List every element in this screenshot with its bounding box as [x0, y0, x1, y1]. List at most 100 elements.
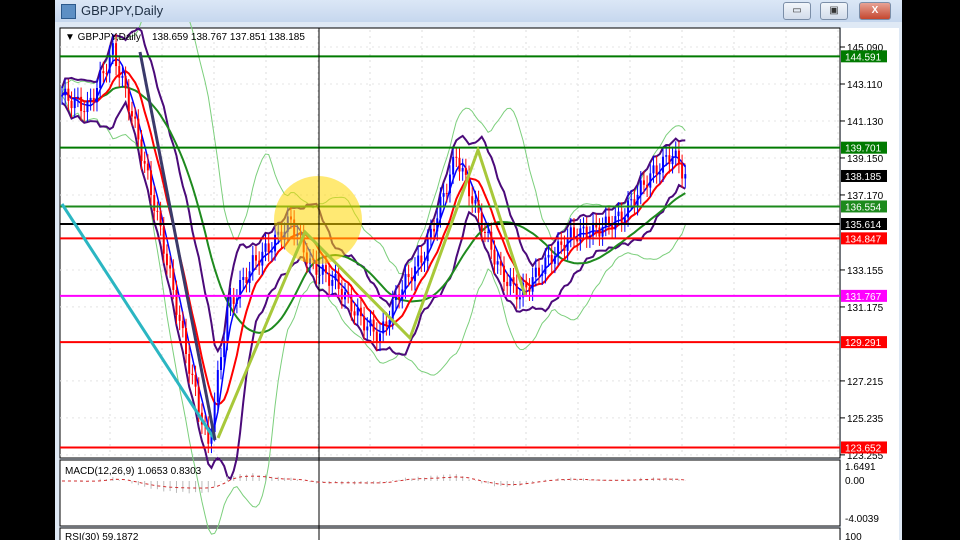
candle-body [111, 43, 114, 55]
candle-body [245, 277, 248, 284]
candle-body [407, 273, 410, 278]
candle-body [194, 374, 197, 387]
candle-body [385, 321, 388, 327]
candle-body [646, 184, 649, 188]
candle-body [95, 87, 98, 103]
candle-body [251, 255, 254, 272]
candle-body [191, 373, 194, 375]
candle-body [172, 268, 175, 290]
candle-body [331, 279, 334, 286]
candle-body [76, 96, 79, 98]
candle-body [493, 249, 496, 265]
price-level-label: 135.614 [845, 220, 882, 231]
candle-body [496, 261, 499, 265]
price-chart[interactable]: 145.090143.110141.130139.150137.170133.1… [55, 22, 902, 540]
candle-body [547, 254, 550, 258]
price-level-label: 131.767 [845, 292, 882, 303]
candle-body [267, 243, 270, 253]
candle-body [340, 288, 343, 300]
window-title: GBPJPY,Daily [81, 3, 164, 18]
candle-body [452, 156, 455, 175]
candle-body [636, 194, 639, 207]
candle-body [188, 353, 191, 374]
candle-body [264, 243, 267, 252]
candle-body [178, 314, 181, 321]
price-tick-label: 137.170 [847, 191, 884, 202]
chart-window: GBPJPY,Daily ▭ ▣ X 145.090 143.110 141.130… [55, 0, 902, 540]
candle-body [499, 261, 502, 266]
candle-body [375, 331, 378, 342]
candle-body [649, 173, 652, 188]
ohlc-readout: 138.659 138.767 137.851 138.185 [152, 32, 305, 43]
close-button[interactable]: X [859, 2, 891, 20]
candle-body [137, 118, 140, 140]
price-level-label: 144.591 [845, 52, 882, 63]
candle-body [248, 271, 251, 284]
candle-body [413, 266, 416, 282]
candle-body [261, 251, 264, 266]
candle-body [528, 287, 531, 292]
candle-body [490, 231, 493, 250]
candle-body [617, 211, 620, 217]
price-tick-label: 133.155 [847, 266, 884, 277]
candle-body [121, 75, 124, 78]
candle-body [550, 254, 553, 264]
candle-body [185, 328, 188, 354]
candle-body [541, 274, 544, 276]
candle-body [254, 255, 257, 261]
chart-symbol-label: ▼ GBPJPY,Daily [65, 32, 141, 43]
candle-body [471, 196, 474, 204]
candle-body [572, 227, 575, 238]
price-tick-label: 125.235 [847, 414, 884, 425]
candle-body [601, 226, 604, 237]
candle-body [401, 289, 404, 300]
candle-body [503, 265, 506, 282]
candle-body [146, 163, 149, 171]
restore-button[interactable]: ▣ [820, 2, 848, 20]
candle-body [382, 321, 385, 334]
price-tick-label: 139.150 [847, 154, 884, 165]
candle-body [242, 277, 245, 281]
price-level-label: 134.847 [845, 234, 882, 245]
candle-body [321, 265, 324, 275]
candle-body [464, 168, 467, 175]
candle-body [73, 97, 76, 109]
candle-body [480, 212, 483, 233]
rsi-label: RSI(30) 59.1872 [65, 532, 139, 540]
price-level-label: 139.701 [845, 144, 882, 155]
candle-body [487, 231, 490, 233]
candle-body [153, 194, 156, 211]
candle-body [569, 227, 572, 238]
macd-tick-label: 0.00 [845, 476, 865, 487]
candle-body [630, 199, 633, 201]
candle-body [391, 300, 394, 321]
minimize-button[interactable]: ▭ [783, 2, 811, 20]
candle-body [423, 261, 426, 263]
candle-body [652, 165, 655, 174]
candle-body [461, 168, 464, 172]
candle-body [417, 255, 420, 267]
candle-body [604, 216, 607, 227]
candle-body [61, 95, 63, 97]
candle-body [366, 326, 369, 331]
candle-body [165, 253, 168, 266]
candle-body [270, 251, 273, 253]
title-bar[interactable]: GBPJPY,Daily ▭ ▣ X [55, 0, 902, 22]
candle-body [99, 71, 102, 88]
candle-body [220, 357, 222, 370]
candle-body [633, 199, 636, 207]
rsi-tick-label: 100 [845, 532, 862, 540]
candle-body [229, 297, 232, 307]
candle-body [674, 150, 677, 156]
candle-body [439, 196, 442, 219]
candle-body [337, 273, 340, 289]
candle-body [662, 156, 665, 173]
candle-body [353, 311, 356, 316]
candle-body [404, 273, 407, 290]
candle-body [235, 298, 238, 304]
candle-body [474, 200, 477, 204]
candle-body [108, 54, 111, 74]
candle-body [525, 282, 528, 288]
candle-body [518, 297, 521, 300]
candle-body [80, 96, 83, 112]
